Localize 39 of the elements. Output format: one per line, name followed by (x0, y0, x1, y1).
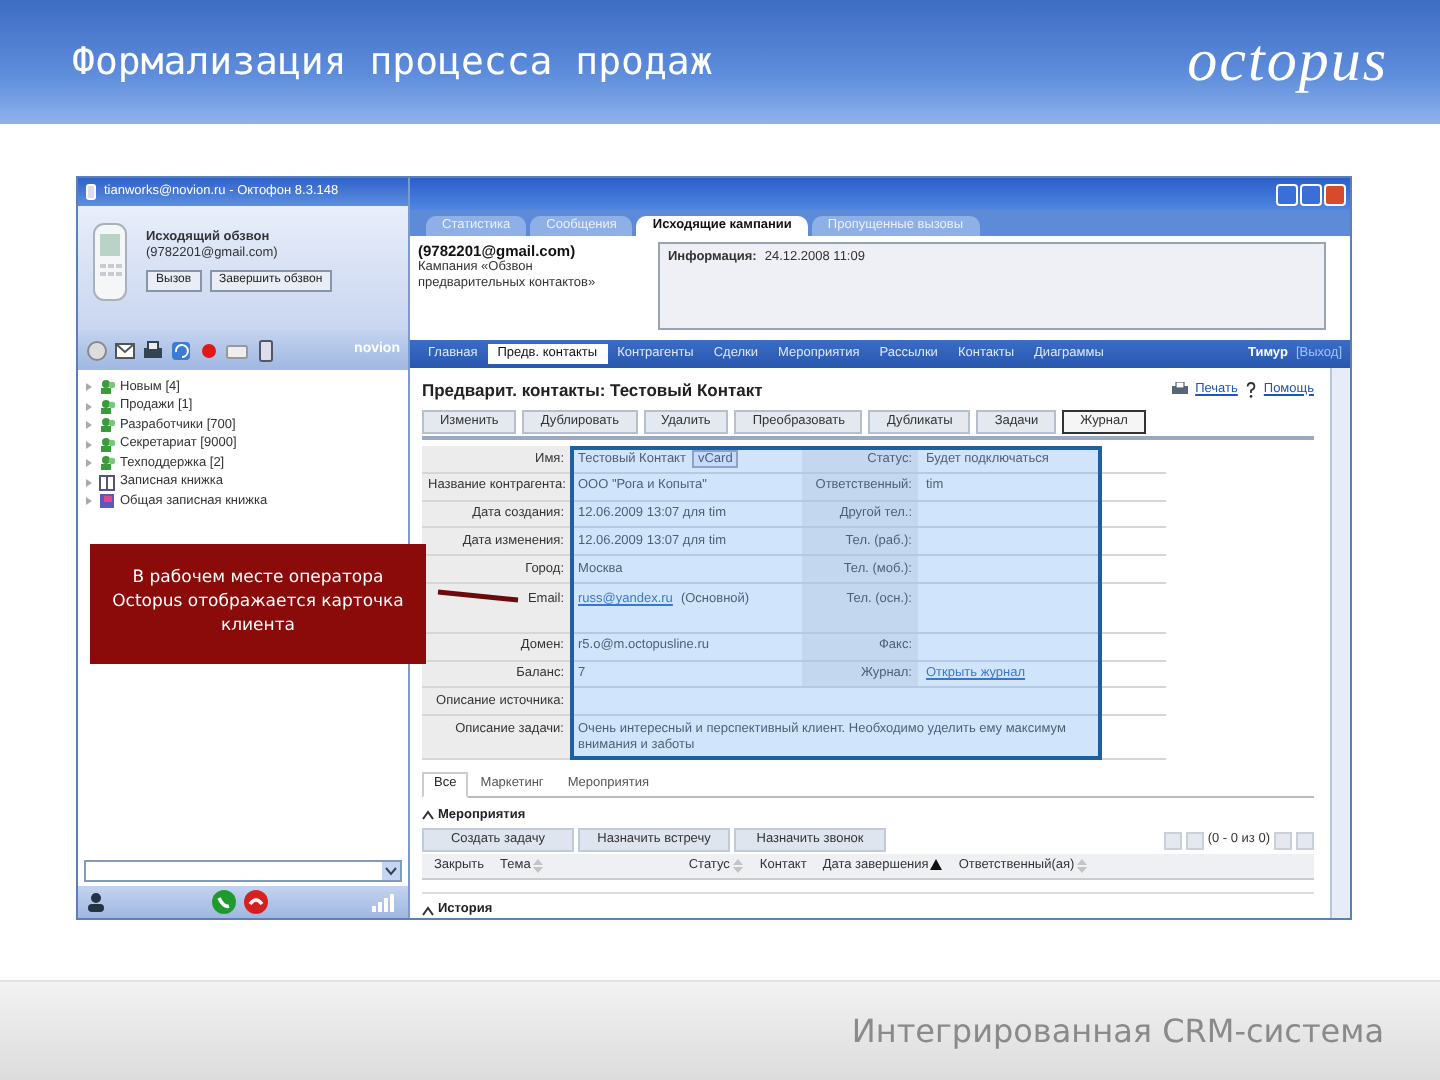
leader-line (436, 586, 520, 606)
caret-icon[interactable] (422, 905, 434, 916)
maximize-icon[interactable] (1300, 183, 1322, 205)
last-page-button[interactable] (1296, 831, 1314, 850)
keyboard-icon[interactable] (226, 339, 248, 361)
people-icon (98, 416, 116, 435)
minimize-icon[interactable] (1276, 183, 1298, 205)
next-page-button[interactable] (1274, 831, 1292, 850)
slide-title: Формализация процесса продаж (72, 37, 713, 88)
hang-up-icon[interactable] (243, 890, 267, 914)
dropdown-icon[interactable] (382, 862, 400, 880)
book-icon (98, 473, 116, 492)
mail-icon[interactable] (114, 339, 136, 361)
book-icon (98, 492, 116, 511)
people-icon (98, 397, 116, 416)
caret-icon[interactable] (422, 810, 434, 820)
callout: В рабочем месте оператора Octopus отображается карточка клиента (90, 544, 426, 664)
signal-icon (372, 893, 400, 911)
people-icon (98, 378, 116, 397)
printer-icon (1171, 382, 1188, 397)
mobile-phone-icon (90, 222, 130, 302)
sort-icon[interactable] (930, 858, 943, 875)
close-icon[interactable] (1324, 183, 1346, 205)
printer-icon[interactable] (142, 339, 164, 361)
user-icon[interactable] (86, 892, 106, 912)
first-page-button[interactable] (1163, 831, 1182, 850)
phone-device-icon[interactable] (254, 339, 276, 361)
page-heading: Предварит. контакты: Тестовый Контакт (422, 379, 763, 400)
slide-footer: Интегрированная CRM-система (851, 1007, 1384, 1055)
people-icon (98, 435, 116, 454)
call-icon[interactable] (211, 890, 235, 914)
record-icon[interactable] (198, 339, 220, 361)
prev-page-button[interactable] (1185, 831, 1204, 850)
logo: octopus (1187, 32, 1388, 92)
help-icon (1245, 381, 1256, 398)
people-icon (98, 454, 116, 473)
phone-icon (84, 184, 98, 200)
refresh-icon[interactable] (170, 339, 192, 361)
scrollbar[interactable] (1330, 368, 1350, 918)
